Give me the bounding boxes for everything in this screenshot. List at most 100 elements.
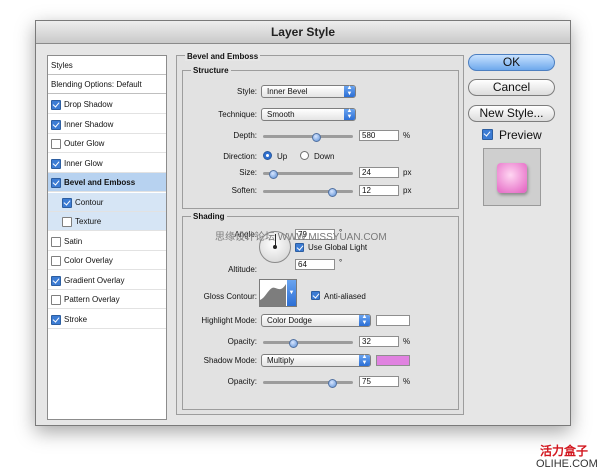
shadow-opacity-input[interactable]: 75 (359, 376, 399, 387)
effect-label: Stroke (64, 314, 88, 324)
brand-watermark-cn: 活力盒子 (540, 444, 589, 458)
depth-slider[interactable] (263, 133, 353, 142)
depth-input[interactable]: 580 (359, 130, 399, 141)
highlight-mode-value: Color Dodge (267, 316, 312, 325)
preview-checkbox[interactable] (482, 129, 493, 140)
size-label: Size: (239, 168, 257, 177)
shading-title: Shading (191, 212, 227, 221)
bevel-emboss-title: Bevel and Emboss (185, 52, 261, 61)
popup-arrows-icon: ▲ ▼ (359, 354, 370, 366)
technique-select[interactable]: Smooth ▲ ▼ (261, 108, 356, 121)
effect-checkbox[interactable] (51, 236, 61, 247)
effect-item[interactable]: Gradient Overlay (48, 271, 166, 290)
effect-item[interactable]: Drop Shadow (48, 95, 166, 114)
gloss-contour-picker[interactable]: ▼ (259, 279, 297, 307)
effect-item[interactable]: Outer Glow (48, 134, 166, 153)
use-global-light-label: Use Global Light (308, 243, 368, 252)
shadow-opacity-thumb[interactable] (327, 379, 337, 388)
effect-item[interactable]: Bevel and Emboss (48, 173, 166, 192)
size-unit: px (403, 168, 412, 177)
effect-checkbox[interactable] (51, 178, 61, 188)
soften-slider-thumb[interactable] (327, 188, 337, 197)
use-global-light-checkbox[interactable] (295, 243, 304, 252)
effect-item[interactable]: Color Overlay (48, 251, 166, 270)
style-label: Style: (236, 87, 257, 96)
soften-unit: px (403, 186, 412, 195)
effect-checkbox[interactable] (51, 158, 61, 169)
highlight-opacity-input[interactable]: 32 (359, 336, 399, 347)
effect-item[interactable]: Stroke (48, 310, 166, 329)
layer-style-dialog: Layer Style Styles Blending Options: Def… (35, 20, 571, 426)
shadow-opacity-slider[interactable] (263, 379, 353, 388)
effect-checkbox[interactable] (51, 139, 61, 149)
effect-item[interactable]: Inner Glow (48, 154, 166, 173)
size-slider[interactable] (263, 170, 353, 179)
effect-label: Texture (75, 217, 102, 226)
preview-label: Preview (499, 128, 542, 142)
effect-item[interactable]: Contour (48, 192, 166, 212)
effect-label: Bevel and Emboss (64, 178, 136, 187)
effect-checkbox[interactable] (51, 256, 61, 266)
highlight-opacity-slider[interactable] (263, 339, 353, 348)
styles-header[interactable]: Styles (48, 56, 166, 75)
effect-item[interactable]: Satin (48, 232, 166, 251)
soften-label: Soften: (231, 186, 257, 195)
shadow-mode-select[interactable]: Multiply ▲ ▼ (261, 354, 371, 367)
highlight-opacity-unit: % (403, 337, 411, 346)
effect-checkbox[interactable] (62, 217, 72, 227)
gloss-contour-label: Gloss Contour: (203, 292, 257, 301)
effect-checkbox[interactable] (51, 295, 61, 305)
anti-aliased-checkbox[interactable] (311, 291, 320, 300)
soften-input[interactable]: 12 (359, 185, 399, 196)
effect-item[interactable]: Pattern Overlay (48, 290, 166, 309)
ok-button[interactable]: OK (468, 54, 555, 71)
shading-group: Shading Angle: 79 ° Use Global Light Alt… (182, 212, 459, 410)
altitude-label: Altitude: (228, 265, 257, 274)
effect-checkbox[interactable] (51, 100, 61, 110)
style-value: Inner Bevel (267, 87, 308, 96)
highlight-mode-label: Highlight Mode: (201, 316, 257, 325)
effect-label: Contour (75, 197, 104, 207)
new-style-button[interactable]: New Style... (468, 105, 555, 122)
size-slider-thumb[interactable] (269, 170, 278, 179)
chevron-down-icon: ▼ (287, 280, 296, 306)
direction-down-radio[interactable] (300, 151, 309, 160)
style-select[interactable]: Inner Bevel ▲ ▼ (261, 85, 356, 98)
effect-checkbox[interactable] (51, 314, 61, 325)
altitude-input[interactable]: 64 (295, 259, 335, 270)
blending-options-item[interactable]: Blending Options: Default (48, 75, 166, 94)
structure-group: Structure Style: Inner Bevel ▲ ▼ Techniqu… (182, 66, 459, 209)
size-input[interactable]: 24 (359, 167, 399, 178)
soften-slider[interactable] (263, 188, 353, 197)
shadow-mode-value: Multiply (267, 356, 295, 365)
popup-arrows-icon: ▲ ▼ (344, 85, 355, 97)
effect-checkbox[interactable] (51, 275, 61, 286)
effect-item[interactable]: Texture (48, 212, 166, 231)
contour-curve-icon (260, 284, 286, 306)
highlight-mode-select[interactable]: Color Dodge ▲ ▼ (261, 314, 371, 327)
effect-label: Pattern Overlay (64, 295, 120, 304)
effect-item[interactable]: Inner Shadow (48, 115, 166, 134)
highlight-opacity-thumb[interactable] (288, 339, 298, 348)
structure-title: Structure (191, 66, 231, 75)
effect-label: Satin (64, 236, 83, 246)
effect-label: Gradient Overlay (64, 275, 125, 285)
preview-swatch (497, 163, 527, 193)
site-watermark: 思缘设计论坛 WWW.MISSYUAN.COM (215, 232, 387, 243)
window-title: Layer Style (36, 21, 570, 44)
effect-label: Outer Glow (64, 139, 105, 148)
highlight-opacity-label: Opacity: (227, 337, 257, 346)
shadow-color-swatch[interactable] (376, 355, 410, 366)
preview-thumbnail (483, 148, 541, 206)
direction-up-radio[interactable] (263, 151, 272, 160)
effect-checkbox[interactable] (62, 197, 72, 208)
altitude-unit: ° (339, 258, 343, 267)
depth-slider-thumb[interactable] (312, 133, 322, 142)
cancel-button[interactable]: Cancel (468, 79, 555, 96)
shadow-opacity-label: Opacity: (227, 377, 257, 386)
anti-aliased-label: Anti-aliased (324, 292, 366, 301)
effect-checkbox[interactable] (51, 119, 61, 130)
styles-list: Styles Blending Options: Default Drop Sh… (47, 55, 167, 420)
direction-down-label: Down (314, 152, 335, 161)
highlight-color-swatch[interactable] (376, 315, 410, 326)
